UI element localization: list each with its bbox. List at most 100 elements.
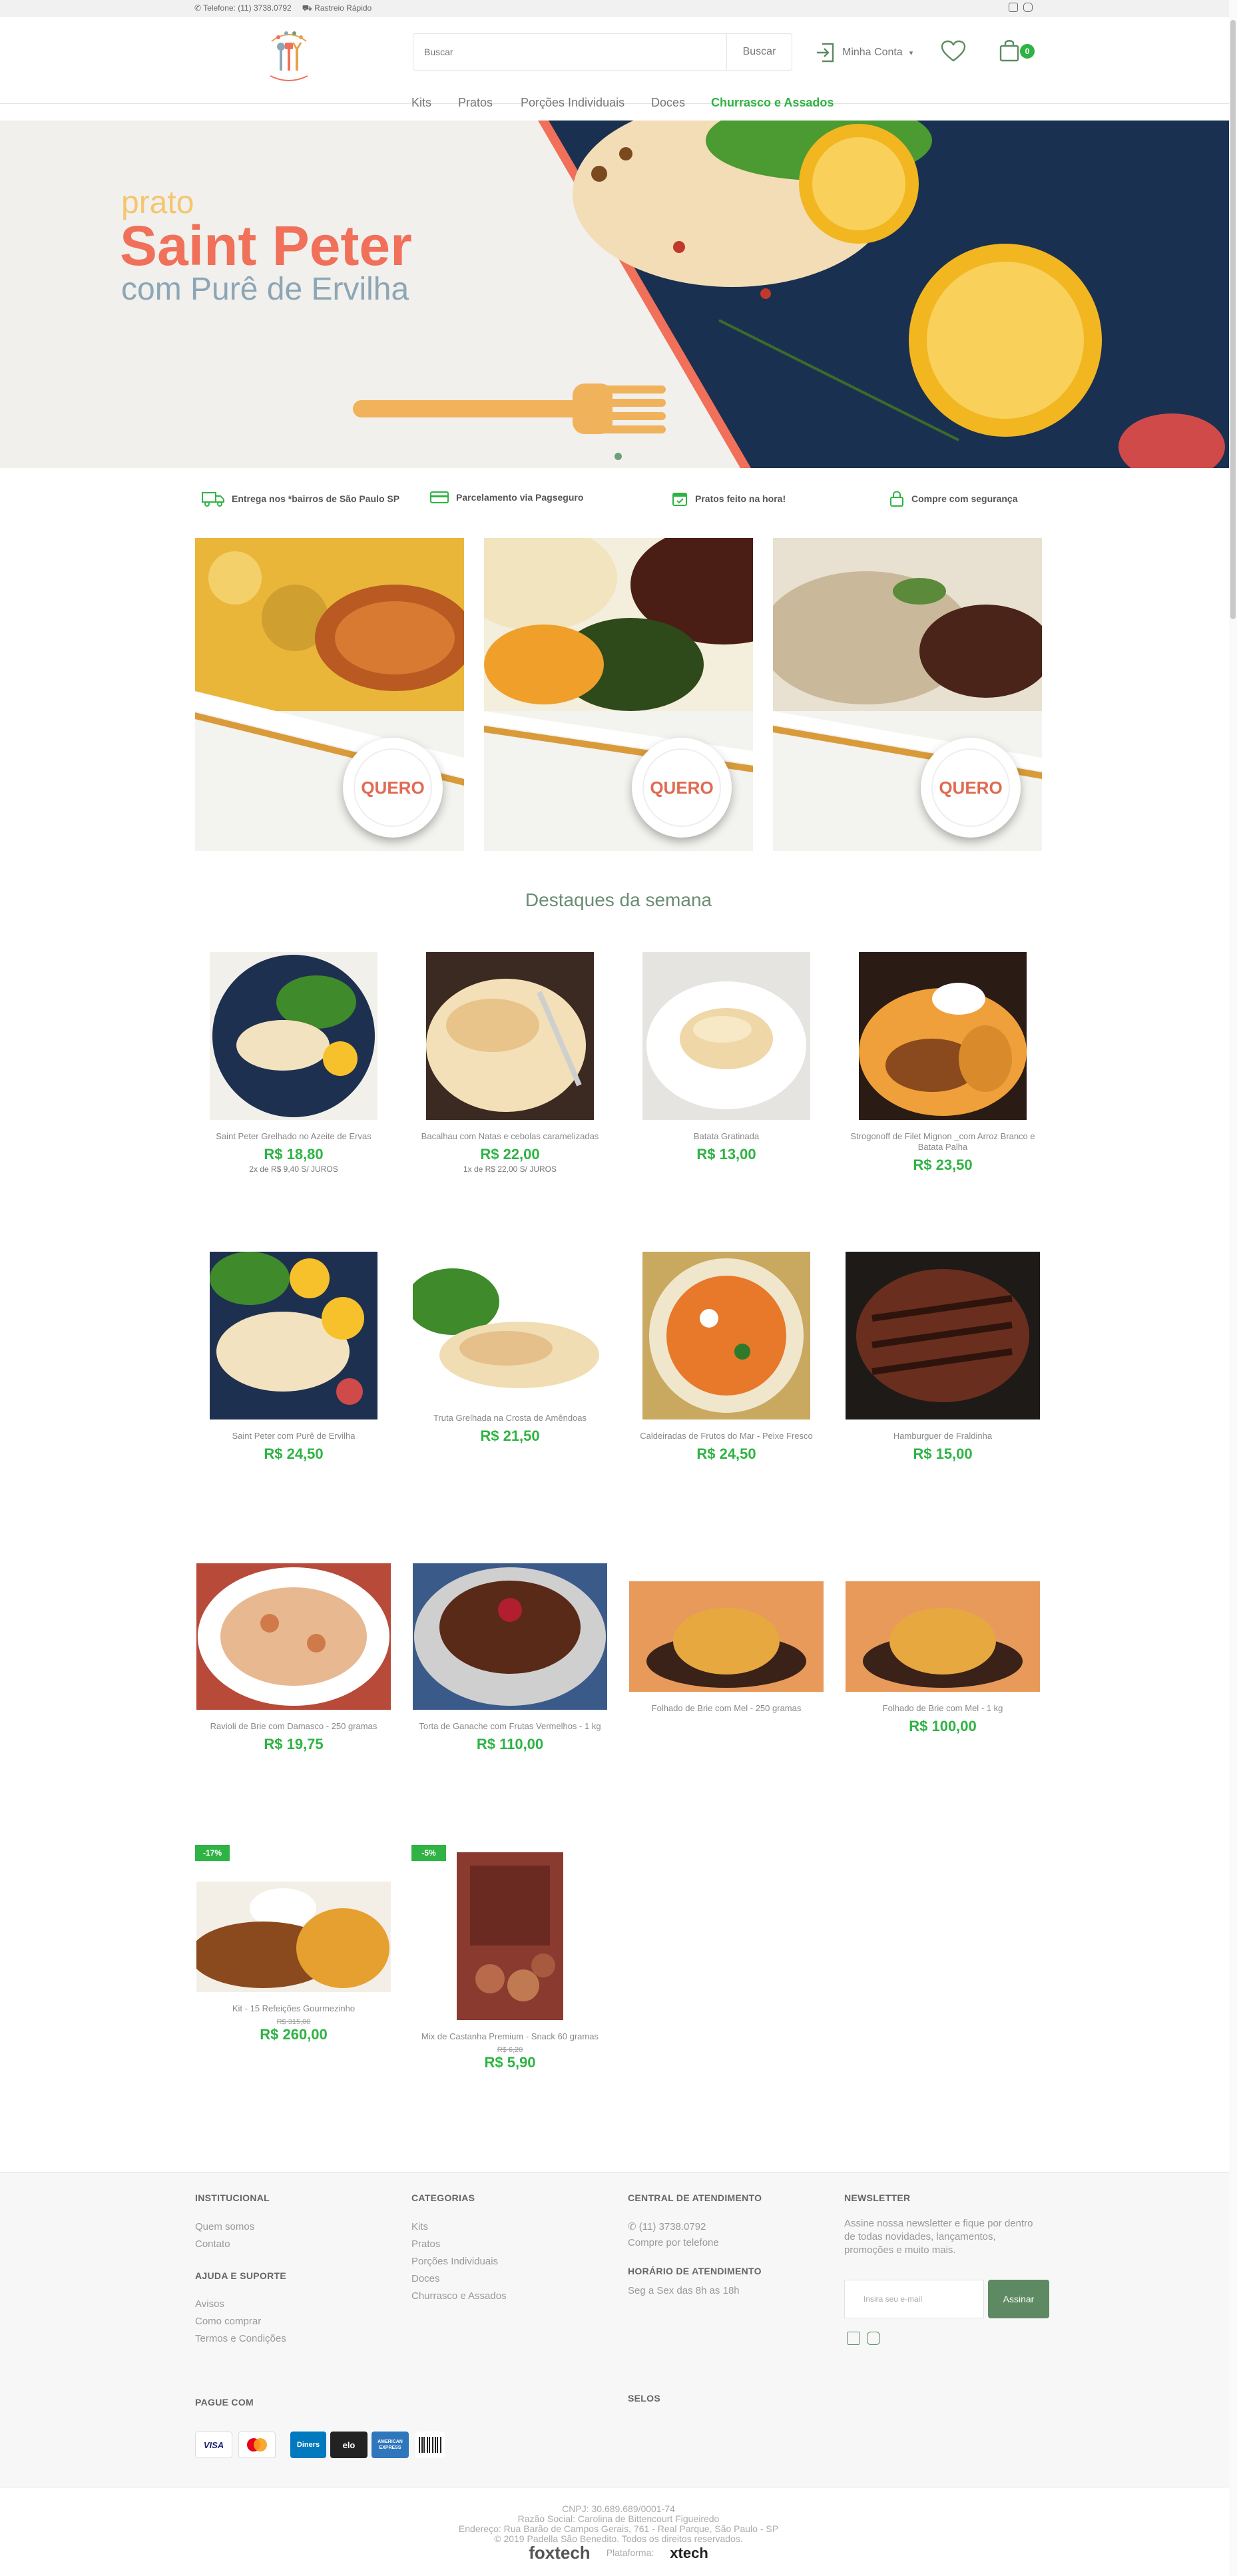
product-card[interactable]: Strogonoff de Filet Mignon _com Arroz Br… xyxy=(844,952,1041,1174)
footer-link[interactable]: Quem somos xyxy=(195,2218,254,2236)
product-image[interactable] xyxy=(210,952,377,1120)
product-name[interactable]: Folhado de Brie com Mel - 1 kg xyxy=(844,1703,1041,1714)
product-image[interactable] xyxy=(859,952,1027,1120)
footer-pague-com-title: PAGUE COM xyxy=(195,2397,254,2408)
product-price: R$ 22,00 xyxy=(480,1146,540,1162)
promo-card-2[interactable]: QUERO xyxy=(484,538,753,851)
product-card[interactable]: Saint Peter com Purê de Ervilha R$ 24,50 xyxy=(195,1252,392,1463)
product-card[interactable]: Ravioli de Brie com Damasco - 250 gramas… xyxy=(195,1563,392,1753)
product-image[interactable] xyxy=(406,1268,607,1402)
xtech-logo[interactable]: xtech xyxy=(670,2546,708,2561)
product-image[interactable] xyxy=(846,1581,1040,1692)
product-image[interactable] xyxy=(629,1581,824,1692)
platform-label: Plataforma: xyxy=(606,2547,654,2558)
product-image[interactable] xyxy=(642,952,810,1120)
facebook-icon[interactable] xyxy=(1009,3,1018,12)
product-card[interactable]: Saint Peter Grelhado no Azeite de Ervas … xyxy=(195,952,392,1174)
product-image[interactable] xyxy=(426,952,594,1120)
product-image[interactable] xyxy=(190,1882,391,1992)
cart-count-badge: 0 xyxy=(1020,44,1035,59)
instagram-icon[interactable] xyxy=(1023,3,1033,12)
footer-phone[interactable]: ✆ (11) 3738.0792 xyxy=(628,2218,706,2236)
hero-banner[interactable]: prato Saint Peter com Purê de Ervilha xyxy=(0,121,1237,468)
product-card[interactable]: Hamburguer de Fraldinha R$ 15,00 xyxy=(844,1252,1041,1463)
product-name[interactable]: Truta Grelhada na Crosta de Amêndoas xyxy=(411,1413,609,1423)
product-card[interactable]: Truta Grelhada na Crosta de Amêndoas R$ … xyxy=(406,1268,609,1445)
search-bar: Buscar xyxy=(413,33,792,71)
product-image[interactable] xyxy=(846,1252,1040,1419)
product-card[interactable]: Folhado de Brie com Mel - 250 gramas xyxy=(628,1581,825,1714)
benefit-installments-text: Parcelamento via Pagseguro xyxy=(456,492,584,503)
foxtech-logo[interactable]: foxtech xyxy=(529,2544,590,2561)
wishlist-heart-icon[interactable] xyxy=(940,40,967,63)
product-card[interactable]: Batata Gratinada R$ 13,00 xyxy=(628,952,825,1163)
promo-card-3[interactable]: QUERO xyxy=(773,538,1042,851)
product-price: R$ 110,00 xyxy=(476,1736,544,1752)
product-name[interactable]: Torta de Ganache com Frutas Vermelhos - … xyxy=(411,1721,609,1732)
footer-link[interactable]: Contato xyxy=(195,2236,230,2253)
product-card[interactable]: Caldeiradas de Frutos do Mar - Peixe Fre… xyxy=(628,1252,825,1463)
instagram-icon[interactable] xyxy=(867,2332,880,2345)
product-name[interactable]: Strogonoff de Filet Mignon _com Arroz Br… xyxy=(844,1131,1041,1153)
product-image[interactable] xyxy=(413,1563,607,1710)
cart-bag-icon[interactable] xyxy=(999,39,1020,63)
footer-link[interactable]: Porções Individuais xyxy=(411,2253,498,2270)
footer-link[interactable]: Kits xyxy=(411,2218,428,2236)
newsletter-description: Assine nossa newsletter e fique por dent… xyxy=(844,2218,1033,2256)
footer-link[interactable]: Termos e Condições xyxy=(195,2330,286,2348)
logo[interactable] xyxy=(266,27,312,87)
product-name[interactable]: Saint Peter com Purê de Ervilha xyxy=(195,1431,392,1441)
product-card[interactable]: Folhado de Brie com Mel - 1 kg R$ 100,00 xyxy=(844,1581,1041,1735)
truck-icon xyxy=(202,492,224,507)
product-card[interactable]: Kit - 15 Refeições Gourmezinho R$ 315,00… xyxy=(190,1882,392,2043)
product-image[interactable] xyxy=(210,1252,377,1419)
quero-button[interactable]: QUERO xyxy=(632,738,732,838)
tracking-link[interactable]: ⛟ Rastreio Rápido xyxy=(302,3,371,14)
promo-card-1[interactable]: QUERO xyxy=(195,538,464,851)
nav-kits[interactable]: Kits xyxy=(411,96,431,110)
quero-button[interactable]: QUERO xyxy=(921,738,1021,838)
footer-link[interactable]: Churrasco e Assados xyxy=(411,2288,507,2305)
product-name[interactable]: Saint Peter Grelhado no Azeite de Ervas xyxy=(195,1131,392,1142)
product-name[interactable]: Bacalhau com Natas e cebolas caramelizad… xyxy=(411,1131,609,1142)
product-name[interactable]: Folhado de Brie com Mel - 250 gramas xyxy=(628,1703,825,1714)
nav-pratos[interactable]: Pratos xyxy=(458,96,493,110)
carousel-dot[interactable] xyxy=(615,453,622,460)
nav-churrasco[interactable]: Churrasco e Assados xyxy=(711,96,834,110)
top-bar: ✆ Telefone: (11) 3738.0792 ⛟ Rastreio Rá… xyxy=(0,0,1237,17)
mastercard-payment-icon xyxy=(238,2432,276,2458)
product-name[interactable]: Hamburguer de Fraldinha xyxy=(844,1431,1041,1441)
newsletter-subscribe-button[interactable]: Assinar xyxy=(988,2280,1049,2318)
product-image[interactable] xyxy=(642,1252,810,1419)
product-name[interactable]: Caldeiradas de Frutos do Mar - Peixe Fre… xyxy=(628,1431,825,1441)
nav-porcoes[interactable]: Porções Individuais xyxy=(521,96,624,110)
footer-central-title: CENTRAL DE ATENDIMENTO xyxy=(628,2192,762,2203)
search-input[interactable] xyxy=(413,34,726,70)
amex-payment-icon: AMERICAN EXPRESS xyxy=(371,2432,409,2458)
product-name[interactable]: Mix de Castanha Premium - Snack 60 grama… xyxy=(411,2031,609,2042)
footer-link[interactable]: Avisos xyxy=(195,2296,224,2313)
chevron-down-icon: ▾ xyxy=(909,49,913,57)
product-name[interactable]: Batata Gratinada xyxy=(628,1131,825,1142)
product-image[interactable] xyxy=(196,1563,391,1710)
login-icon xyxy=(817,43,834,63)
product-name[interactable]: Ravioli de Brie com Damasco - 250 gramas xyxy=(195,1721,392,1732)
facebook-icon[interactable] xyxy=(847,2332,860,2345)
product-name[interactable]: Kit - 15 Refeições Gourmezinho xyxy=(195,2003,392,2014)
search-button[interactable]: Buscar xyxy=(726,34,792,70)
product-card[interactable]: Mix de Castanha Premium - Snack 60 grama… xyxy=(411,1852,609,2071)
scrollbar-thumb[interactable] xyxy=(1230,20,1236,619)
address-text: Endereço: Rua Barão de Campos Gerais, 76… xyxy=(458,2523,779,2534)
newsletter-email-input[interactable]: Insira seu e-mail xyxy=(844,2280,984,2318)
product-card[interactable]: Bacalhau com Natas e cebolas caramelizad… xyxy=(411,952,609,1174)
footer-hours: Seg a Sex das 8h as 18h xyxy=(628,2285,740,2296)
footer-link[interactable]: Como comprar xyxy=(195,2313,261,2330)
product-image[interactable] xyxy=(457,1852,563,2020)
product-card[interactable]: Torta de Ganache com Frutas Vermelhos - … xyxy=(411,1563,609,1753)
account-menu[interactable]: Minha Conta ▾ xyxy=(816,41,913,64)
footer-link[interactable]: Pratos xyxy=(411,2236,440,2253)
nav-doces[interactable]: Doces xyxy=(651,96,685,110)
credit-card-icon xyxy=(430,491,449,503)
quero-button[interactable]: QUERO xyxy=(343,738,443,838)
footer-link[interactable]: Doces xyxy=(411,2270,440,2288)
